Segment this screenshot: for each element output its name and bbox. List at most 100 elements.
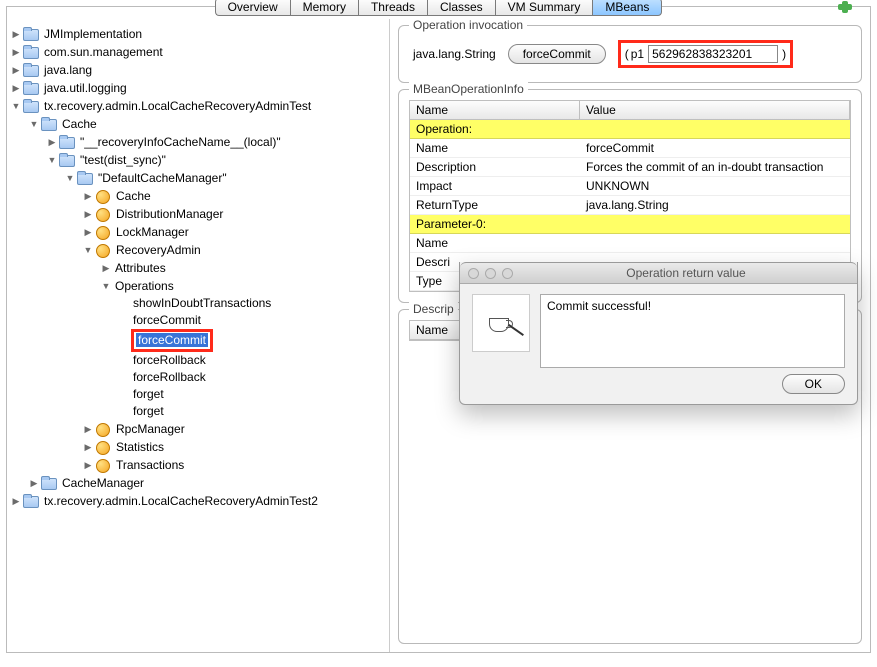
- disclosure-triangle-icon[interactable]: [11, 79, 21, 97]
- disclosure-triangle-icon[interactable]: [83, 420, 93, 438]
- table-section-row[interactable]: Operation:: [410, 120, 850, 139]
- table-row[interactable]: NameforceCommit: [410, 139, 850, 158]
- disclosure-triangle-icon[interactable]: [11, 61, 21, 79]
- zoom-icon[interactable]: [502, 268, 513, 279]
- invoke-method-button[interactable]: forceCommit: [508, 44, 606, 64]
- tree-label[interactable]: showInDoubtTransactions: [131, 295, 273, 312]
- tree-node[interactable]: CacheManager: [11, 474, 385, 492]
- tree-label[interactable]: JMImplementation: [42, 26, 144, 43]
- tree-node[interactable]: Statistics: [11, 438, 385, 456]
- disclosure-triangle-icon[interactable]: [83, 438, 93, 456]
- disclosure-triangle-icon[interactable]: [101, 259, 111, 277]
- tree-label[interactable]: forceCommit: [131, 312, 203, 329]
- tree-node[interactable]: Cache: [11, 115, 385, 133]
- tree-label[interactable]: "__recoveryInfoCacheName__(local)": [78, 134, 283, 151]
- tree-node[interactable]: Operations: [11, 277, 385, 295]
- tree-label[interactable]: forceCommit: [136, 333, 208, 347]
- tree-node[interactable]: java.lang: [11, 61, 385, 79]
- ok-button[interactable]: OK: [782, 374, 845, 394]
- disclosure-triangle-icon[interactable]: [101, 277, 111, 295]
- dialog-titlebar[interactable]: Operation return value: [460, 262, 857, 284]
- tree-label[interactable]: RpcManager: [114, 421, 187, 438]
- tree-node[interactable]: showInDoubtTransactions: [11, 295, 385, 312]
- tree-label[interactable]: forget: [131, 403, 166, 420]
- tab-threads[interactable]: Threads: [358, 0, 427, 16]
- tree-node[interactable]: DistributionManager: [11, 205, 385, 223]
- disclosure-triangle-icon[interactable]: [83, 187, 93, 205]
- tree-label[interactable]: forget: [131, 386, 166, 403]
- tree-node[interactable]: com.sun.management: [11, 43, 385, 61]
- disclosure-triangle-icon[interactable]: [83, 456, 93, 474]
- table-row[interactable]: DescriptionForces the commit of an in-do…: [410, 158, 850, 177]
- disclosure-triangle-icon[interactable]: [11, 492, 21, 510]
- tree-node[interactable]: tx.recovery.admin.LocalCacheRecoveryAdmi…: [11, 492, 385, 510]
- table-row[interactable]: ReturnTypejava.lang.String: [410, 196, 850, 215]
- disclosure-triangle-icon[interactable]: [11, 43, 21, 61]
- tree-label[interactable]: Cache: [60, 116, 99, 133]
- tree-label[interactable]: "test(dist_sync)": [78, 152, 168, 169]
- tree-node[interactable]: forceCommit: [11, 312, 385, 329]
- tab-mbeans[interactable]: MBeans: [592, 0, 662, 16]
- tree-label[interactable]: java.util.logging: [42, 80, 129, 97]
- tab-classes[interactable]: Classes: [427, 0, 495, 16]
- tree-label[interactable]: com.sun.management: [42, 44, 165, 61]
- tree-node[interactable]: forget: [11, 403, 385, 420]
- tree-label[interactable]: Transactions: [114, 457, 186, 474]
- tree-label[interactable]: LockManager: [114, 224, 191, 241]
- tree-node[interactable]: "test(dist_sync)": [11, 151, 385, 169]
- tree-node[interactable]: Cache: [11, 187, 385, 205]
- tree-label[interactable]: tx.recovery.admin.LocalCacheRecoveryAdmi…: [42, 98, 313, 115]
- tree-node[interactable]: forceCommit: [11, 329, 385, 352]
- col-header-value[interactable]: Value: [580, 101, 850, 120]
- tree-node[interactable]: JMImplementation: [11, 25, 385, 43]
- mbean-tree-pane[interactable]: JMImplementationcom.sun.managementjava.l…: [7, 19, 390, 652]
- disclosure-triangle-icon[interactable]: [65, 169, 75, 187]
- tree-node[interactable]: RecoveryAdmin: [11, 241, 385, 259]
- table-section-row[interactable]: Parameter-0:: [410, 215, 850, 234]
- tree-node[interactable]: Attributes: [11, 259, 385, 277]
- cell-name: Name: [410, 139, 580, 158]
- tree-node[interactable]: tx.recovery.admin.LocalCacheRecoveryAdmi…: [11, 97, 385, 115]
- close-icon[interactable]: [468, 268, 479, 279]
- tree-label[interactable]: forceRollback: [131, 352, 208, 369]
- disclosure-triangle-icon[interactable]: [29, 115, 39, 133]
- disclosure-triangle-icon[interactable]: [83, 223, 93, 241]
- disclosure-triangle-icon[interactable]: [47, 133, 57, 151]
- minimize-icon[interactable]: [485, 268, 496, 279]
- disclosure-triangle-icon[interactable]: [83, 241, 93, 259]
- tree-label[interactable]: Cache: [114, 188, 153, 205]
- tree-node[interactable]: forceRollback: [11, 352, 385, 369]
- table-row[interactable]: ImpactUNKNOWN: [410, 177, 850, 196]
- tree-label[interactable]: DistributionManager: [114, 206, 225, 223]
- table-row[interactable]: Name: [410, 234, 850, 253]
- tree-node[interactable]: "DefaultCacheManager": [11, 169, 385, 187]
- tab-vm-summary[interactable]: VM Summary: [495, 0, 593, 16]
- tree-node[interactable]: "__recoveryInfoCacheName__(local)": [11, 133, 385, 151]
- tree-label[interactable]: forceRollback: [131, 369, 208, 386]
- tab-overview[interactable]: Overview: [215, 0, 290, 16]
- disclosure-triangle-icon[interactable]: [47, 151, 57, 169]
- disclosure-triangle-icon[interactable]: [83, 205, 93, 223]
- tab-memory[interactable]: Memory: [290, 0, 358, 16]
- tree-label[interactable]: CacheManager: [60, 475, 146, 492]
- tree-node[interactable]: LockManager: [11, 223, 385, 241]
- tree-label[interactable]: Attributes: [113, 260, 168, 277]
- tree-label[interactable]: java.lang: [42, 62, 94, 79]
- tree-node[interactable]: java.util.logging: [11, 79, 385, 97]
- tree-node[interactable]: forget: [11, 386, 385, 403]
- tree-node[interactable]: forceRollback: [11, 369, 385, 386]
- folder-icon: [23, 81, 39, 95]
- tree-label[interactable]: "DefaultCacheManager": [96, 170, 229, 187]
- tree-node[interactable]: RpcManager: [11, 420, 385, 438]
- tree-label[interactable]: Statistics: [114, 439, 166, 456]
- window-controls[interactable]: [468, 268, 513, 279]
- disclosure-triangle-icon[interactable]: [11, 25, 21, 43]
- param-value-input[interactable]: [648, 45, 778, 63]
- disclosure-triangle-icon[interactable]: [29, 474, 39, 492]
- tree-label[interactable]: RecoveryAdmin: [114, 242, 203, 259]
- col-header-name[interactable]: Name: [410, 101, 580, 120]
- tree-label[interactable]: tx.recovery.admin.LocalCacheRecoveryAdmi…: [42, 493, 320, 510]
- disclosure-triangle-icon[interactable]: [11, 97, 21, 115]
- tree-label[interactable]: Operations: [113, 278, 176, 295]
- tree-node[interactable]: Transactions: [11, 456, 385, 474]
